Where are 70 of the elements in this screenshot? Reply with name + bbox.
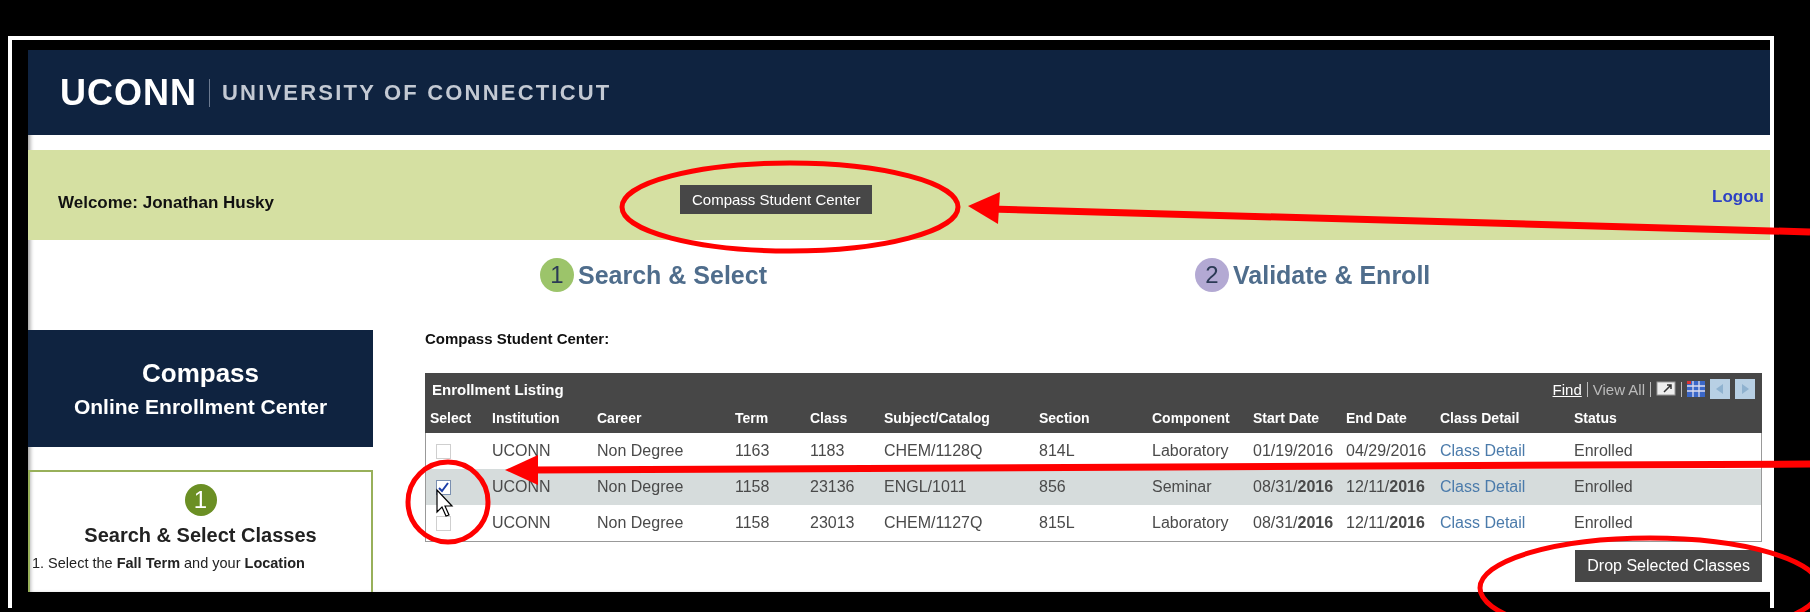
table-cell-text: CHEM/1127Q [883, 514, 984, 532]
column-header: Start Date [1252, 410, 1321, 426]
column-header: Section [1038, 410, 1091, 426]
find-link[interactable]: Find [1552, 380, 1582, 398]
sidebar-title: Compass [141, 358, 259, 389]
table-cell-text: UCONN [491, 442, 552, 460]
zoom-icon [1656, 381, 1676, 397]
table-cell-text: Non Degree [596, 514, 685, 532]
table-cell-text: Laboratory [1151, 514, 1230, 532]
table-cell-text: 23013 [809, 514, 856, 532]
column-header: End Date [1345, 410, 1408, 426]
previous-button[interactable] [1710, 379, 1730, 399]
logout-link[interactable]: Logou [1712, 187, 1764, 207]
table-cell-text: 1158 [734, 478, 771, 496]
table-cell-text: 12/11/2016 [1345, 478, 1426, 496]
column-header: Status [1573, 410, 1618, 426]
step-label: Validate & Enroll [1233, 260, 1431, 290]
view-all-link[interactable]: View All [1592, 380, 1645, 398]
step-number: 2 [1195, 258, 1229, 292]
table-cell-text: Seminar [1151, 478, 1213, 496]
sidebar-subtitle: Online Enrollment Center [73, 395, 328, 419]
class-detail-link[interactable]: Class Detail [1436, 478, 1570, 496]
table-title: Enrollment Listing [432, 380, 564, 398]
step-label: Search & Select [578, 260, 767, 290]
column-header: Term [734, 410, 770, 426]
select-checkbox[interactable] [436, 443, 451, 459]
class-detail-link[interactable]: Class Detail [1436, 442, 1570, 460]
grid-icon [1687, 381, 1705, 397]
instructions-title: Search & Select Classes [84, 524, 317, 547]
table-cell-text: 1163 [734, 442, 771, 460]
column-header: Career [596, 410, 643, 426]
table-cell-text: CHEM/1128Q [883, 442, 984, 460]
table-cell-text: 815L [1038, 514, 1076, 532]
table-cell-text: Enrolled [1573, 442, 1634, 460]
table-cell-text: 856 [1038, 478, 1067, 496]
table-cell-text: Non Degree [596, 478, 685, 496]
table-cell-text: Laboratory [1151, 442, 1230, 460]
table-cell-text: 04/29/2016 [1345, 442, 1428, 460]
class-detail-link[interactable]: Class Detail [1436, 514, 1570, 532]
table-cell-text: 08/31/2016 [1252, 478, 1335, 496]
column-header: Institution [491, 410, 561, 426]
column-header: Component [1151, 410, 1231, 426]
drop-classes-button[interactable]: Drop Selected Classes [1575, 550, 1762, 582]
table-cell-text: Enrolled [1573, 514, 1634, 532]
step-number: 1 [540, 258, 574, 292]
table-cell-text: ENGL/1011 [883, 478, 968, 496]
table-cell-text: Enrolled [1573, 478, 1634, 496]
table-cell-text: UCONN [491, 478, 552, 496]
student-center-button[interactable]: Compass Student Center [680, 184, 873, 214]
table-cell-text: 1158 [734, 514, 771, 532]
table-cell-text: 12/11/2016 [1345, 514, 1426, 532]
table-cell-text: 23136 [809, 478, 856, 496]
select-checkbox[interactable] [436, 515, 451, 531]
instruction-text: 1. Select the Fall Term and your Location [31, 555, 305, 571]
table-cell-text: 08/31/2016 [1252, 514, 1335, 532]
logo: UCONN [60, 71, 197, 114]
table-cell-text: 814L [1038, 442, 1076, 460]
column-header: Class Detail [1439, 410, 1521, 426]
column-header: Select [429, 410, 473, 426]
site-title: UNIVERSITY OF CONNECTICUT [222, 79, 612, 106]
step-number: 1 [184, 484, 217, 516]
table-cell-text: 1183 [809, 442, 846, 460]
table-cell-text: 01/19/2016 [1252, 442, 1335, 460]
column-header: Subject/Catalog [883, 410, 991, 426]
table-cell-text: UCONN [491, 514, 552, 532]
next-button[interactable] [1735, 379, 1755, 399]
welcome-text: Welcome: Jonathan Husky [58, 193, 276, 213]
table-cell-text: Non Degree [596, 442, 685, 460]
column-header: Class [809, 410, 849, 426]
page-heading: Compass Student Center: [425, 330, 611, 347]
